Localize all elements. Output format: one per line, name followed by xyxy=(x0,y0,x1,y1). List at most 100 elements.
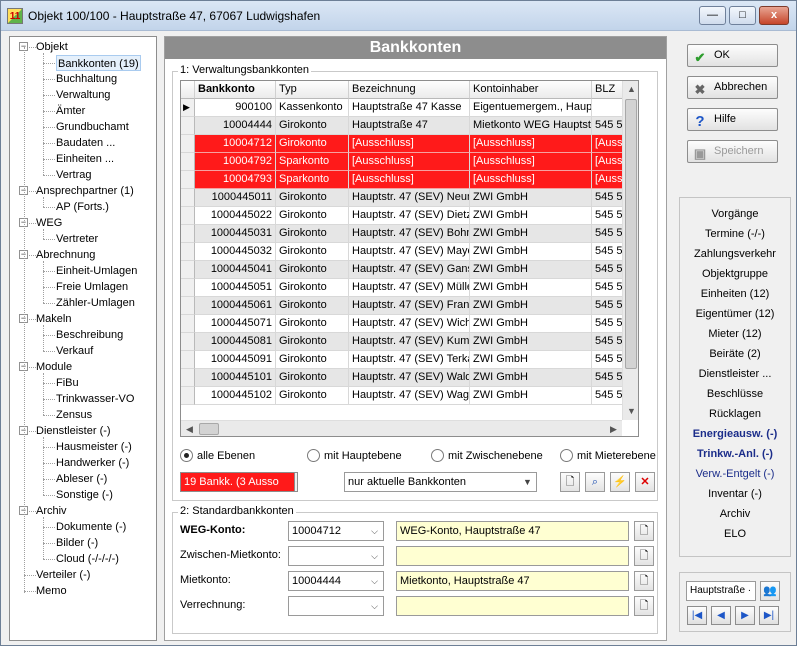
tree-item[interactable]: Baudaten ... xyxy=(56,135,115,151)
tree-item[interactable]: Memo xyxy=(36,583,67,599)
nav-link[interactable]: Termine (-/-) xyxy=(680,226,790,242)
zwischen-mietkonto-select[interactable]: ⌵ xyxy=(288,546,384,566)
last-record-button[interactable]: ▶| xyxy=(759,606,779,625)
minimize-button[interactable]: — xyxy=(699,6,726,25)
tree-item[interactable]: Zensus xyxy=(56,407,92,423)
tree-item[interactable]: Objekt xyxy=(36,39,68,55)
column-header[interactable]: BLZ xyxy=(592,81,622,99)
nav-link[interactable]: Trinkw.-Anl. (-) xyxy=(680,446,790,462)
row-indicator[interactable] xyxy=(181,225,195,243)
tree-item[interactable]: Makeln xyxy=(36,311,71,327)
chevron-down-icon[interactable]: ▼ xyxy=(519,473,536,491)
tree-item[interactable]: Cloud (-/-/-/-) xyxy=(56,551,119,567)
weg-konto-edit-button[interactable]: 🗋 xyxy=(634,521,654,541)
cancel-button[interactable]: ✖ Abbrechen xyxy=(687,76,778,99)
row-indicator[interactable] xyxy=(181,297,195,315)
nav-link[interactable]: Energieausw. (-) xyxy=(680,426,790,442)
nav-link[interactable]: ELO xyxy=(680,526,790,542)
close-button[interactable]: x xyxy=(759,6,789,25)
row-indicator[interactable]: ▶ xyxy=(181,99,195,117)
row-indicator[interactable] xyxy=(181,351,195,369)
verrechnung-edit-button[interactable]: 🗋 xyxy=(634,596,654,616)
table-row[interactable]: 1000445041 Girokonto Hauptstr. 47 (SEV) Ga… xyxy=(181,261,622,279)
table-row[interactable]: 1000445061 Girokonto Hauptstr. 47 (SEV) Fr… xyxy=(181,297,622,315)
nav-link[interactable]: Verw.-Entgelt (-) xyxy=(680,466,790,482)
radio-alle-ebenen[interactable]: alle Ebenen xyxy=(180,448,255,464)
mietkonto-edit-button[interactable]: 🗋 xyxy=(634,571,654,591)
tree-item[interactable]: Vertreter xyxy=(56,231,98,247)
row-indicator[interactable] xyxy=(181,333,195,351)
tree-item[interactable]: Ableser (-) xyxy=(56,471,107,487)
scroll-left-icon[interactable]: ◀ xyxy=(181,421,198,436)
radio-button[interactable] xyxy=(560,449,573,462)
tree-item[interactable]: Grundbuchamt xyxy=(56,119,129,135)
previous-record-button[interactable]: ◀ xyxy=(711,606,731,625)
tree-item[interactable]: Verteiler (-) xyxy=(36,567,90,583)
nav-link[interactable]: Inventar (-) xyxy=(680,486,790,502)
tree-item[interactable]: Dokumente (-) xyxy=(56,519,126,535)
tree-item[interactable]: Hausmeister (-) xyxy=(56,439,132,455)
row-indicator[interactable] xyxy=(181,315,195,333)
filter-select[interactable]: nur aktuelle Bankkonten ▼ xyxy=(344,472,537,492)
table-row[interactable]: 1000445031 Girokonto Hauptstr. 47 (SEV) Bo… xyxy=(181,225,622,243)
table-row[interactable]: 1000445071 Girokonto Hauptstr. 47 (SEV) Wi… xyxy=(181,315,622,333)
grid-horizontal-scrollbar[interactable]: ◀ ▶ xyxy=(181,420,622,436)
delete-button[interactable]: ✕ xyxy=(635,472,655,492)
tree-item[interactable]: Verkauf xyxy=(56,343,93,359)
scroll-up-icon[interactable]: ▲ xyxy=(623,81,638,98)
tree-item[interactable]: Freie Umlagen xyxy=(56,279,128,295)
tree-item[interactable]: Beschreibung xyxy=(56,327,123,343)
scroll-thumb-horizontal[interactable] xyxy=(199,423,219,435)
nav-link[interactable]: Rücklagen xyxy=(680,406,790,422)
tree-item[interactable]: Sonstige (-) xyxy=(56,487,113,503)
address-field[interactable]: Hauptstraße · xyxy=(686,581,756,601)
tree-item[interactable]: Vertrag xyxy=(56,167,91,183)
table-row[interactable]: 1000445102 Girokonto Hauptstr. 47 (SEV) Wa… xyxy=(181,387,622,405)
tree-item[interactable]: Module xyxy=(36,359,72,375)
row-indicator[interactable] xyxy=(181,189,195,207)
nav-link[interactable]: Beschlüsse xyxy=(680,386,790,402)
table-row[interactable]: 1000445101 Girokonto Hauptstr. 47 (SEV) Wa… xyxy=(181,369,622,387)
nav-link[interactable]: Eigentümer (12) xyxy=(680,306,790,322)
first-record-button[interactable]: |◀ xyxy=(687,606,707,625)
table-row[interactable]: 1000445022 Girokonto Hauptstr. 47 (SEV) Di… xyxy=(181,207,622,225)
tree-item[interactable]: Ansprechpartner (1) xyxy=(36,183,134,199)
scroll-down-icon[interactable]: ▼ xyxy=(623,403,638,420)
chevron-down-icon[interactable]: ⌵ xyxy=(366,572,383,590)
bank-accounts-grid[interactable]: Bankkonto Typ Bezeichnung Kontoinhaber BLZ ▶ 9… xyxy=(180,80,639,437)
row-indicator[interactable] xyxy=(181,207,195,225)
tree-item[interactable]: Handwerker (-) xyxy=(56,455,129,471)
table-row[interactable]: 1000445051 Girokonto Hauptstr. 47 (SEV) Mü… xyxy=(181,279,622,297)
title-bar[interactable]: 11 Objekt 100/100 - Hauptstraße 47, 6706… xyxy=(1,1,796,31)
row-indicator[interactable] xyxy=(181,243,195,261)
row-indicator[interactable] xyxy=(181,387,195,405)
search-button[interactable]: ⌕ xyxy=(585,472,605,492)
radio-mit-hauptebene[interactable]: mit Hauptebene xyxy=(307,448,402,464)
app-icon[interactable]: 11 xyxy=(7,8,23,24)
tree-item[interactable]: Buchhaltung xyxy=(56,71,117,87)
nav-link[interactable]: Einheiten (12) xyxy=(680,286,790,302)
tree-item[interactable]: Einheiten ... xyxy=(56,151,114,167)
tree-item[interactable]: Trinkwasser-VO xyxy=(56,391,134,407)
table-row[interactable]: 1000445091 Girokonto Hauptstr. 47 (SEV) Te… xyxy=(181,351,622,369)
row-indicator[interactable] xyxy=(181,153,195,171)
tree-item[interactable]: Bankkonten (19) xyxy=(56,55,141,71)
nav-link[interactable]: Vorgänge xyxy=(680,206,790,222)
row-indicator[interactable] xyxy=(181,117,195,135)
next-record-button[interactable]: ▶ xyxy=(735,606,755,625)
row-indicator[interactable] xyxy=(181,171,195,189)
nav-link[interactable]: Objektgruppe xyxy=(680,266,790,282)
ok-button[interactable]: ✔ OK xyxy=(687,44,778,67)
nav-link[interactable]: Archiv xyxy=(680,506,790,522)
radio-mit-mieterebene[interactable]: mit Mieterebene xyxy=(560,448,656,464)
object-tree[interactable]: − Objekt Bankkonten (19) Buchhaltung Verwalt… xyxy=(9,36,157,641)
table-row[interactable]: 10004793 Sparkonto [Ausschluss] [Ausschluss… xyxy=(181,171,622,189)
column-header[interactable]: Bankkonto xyxy=(195,81,276,99)
tree-item[interactable]: Ämter xyxy=(56,103,85,119)
chevron-down-icon[interactable]: ⌵ xyxy=(366,597,383,615)
zwischen-mietkonto-edit-button[interactable]: 🗋 xyxy=(634,546,654,566)
chevron-down-icon[interactable]: ⌵ xyxy=(366,522,383,540)
weg-konto-select[interactable]: 10004712 ⌵ xyxy=(288,521,384,541)
mietkonto-select[interactable]: 10004444 ⌵ xyxy=(288,571,384,591)
nav-link[interactable]: Beiräte (2) xyxy=(680,346,790,362)
